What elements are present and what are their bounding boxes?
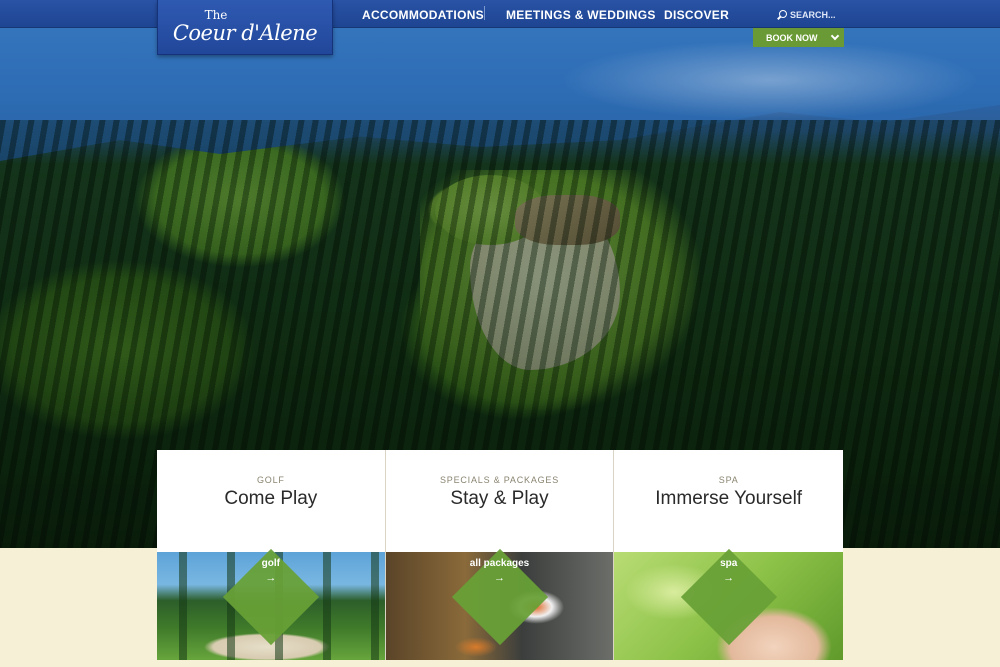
- logo-name: Coeur d'Alene: [172, 21, 318, 45]
- nav-meetings-weddings[interactable]: MEETINGS & WEDDINGS: [506, 8, 656, 22]
- logo-the: The: [204, 8, 228, 22]
- card-headline: Immerse Yourself: [655, 488, 803, 509]
- search-input[interactable]: [790, 8, 870, 22]
- chevron-down-icon: [830, 31, 839, 40]
- promo-card-spa: SPA Immerse Yourself spa →: [614, 450, 844, 660]
- card-category: SPECIALS & PACKAGES: [439, 475, 560, 485]
- search-box: [776, 8, 870, 22]
- promo-card-packages: SPECIALS & PACKAGES Stay & Play all pack…: [385, 450, 615, 660]
- arrow-right-icon[interactable]: →: [614, 572, 843, 584]
- diamond-label[interactable]: golf: [157, 558, 385, 569]
- card-category: SPA: [718, 475, 739, 485]
- nav-divider: [484, 6, 485, 20]
- promo-cards: GOLF Come Play golf → SPECIALS & PACKAGE…: [157, 450, 844, 660]
- diamond-label[interactable]: spa: [614, 558, 843, 569]
- book-now-button[interactable]: BOOK NOW: [753, 28, 844, 47]
- site-logo[interactable]: The Coeur d'Alene: [157, 0, 333, 55]
- promo-card-golf: GOLF Come Play golf →: [157, 450, 386, 660]
- search-icon[interactable]: [776, 9, 787, 21]
- diamond-label[interactable]: all packages: [386, 558, 614, 569]
- card-category: GOLF: [256, 475, 285, 485]
- card-headline: Come Play: [224, 488, 318, 509]
- nav-accommodations[interactable]: ACCOMMODATIONS: [362, 8, 484, 22]
- nav-discover[interactable]: DISCOVER: [664, 8, 729, 22]
- book-now-label: BOOK NOW: [766, 32, 818, 43]
- arrow-right-icon[interactable]: →: [157, 572, 385, 584]
- card-headline: Stay & Play: [450, 488, 549, 509]
- arrow-right-icon[interactable]: →: [386, 572, 614, 584]
